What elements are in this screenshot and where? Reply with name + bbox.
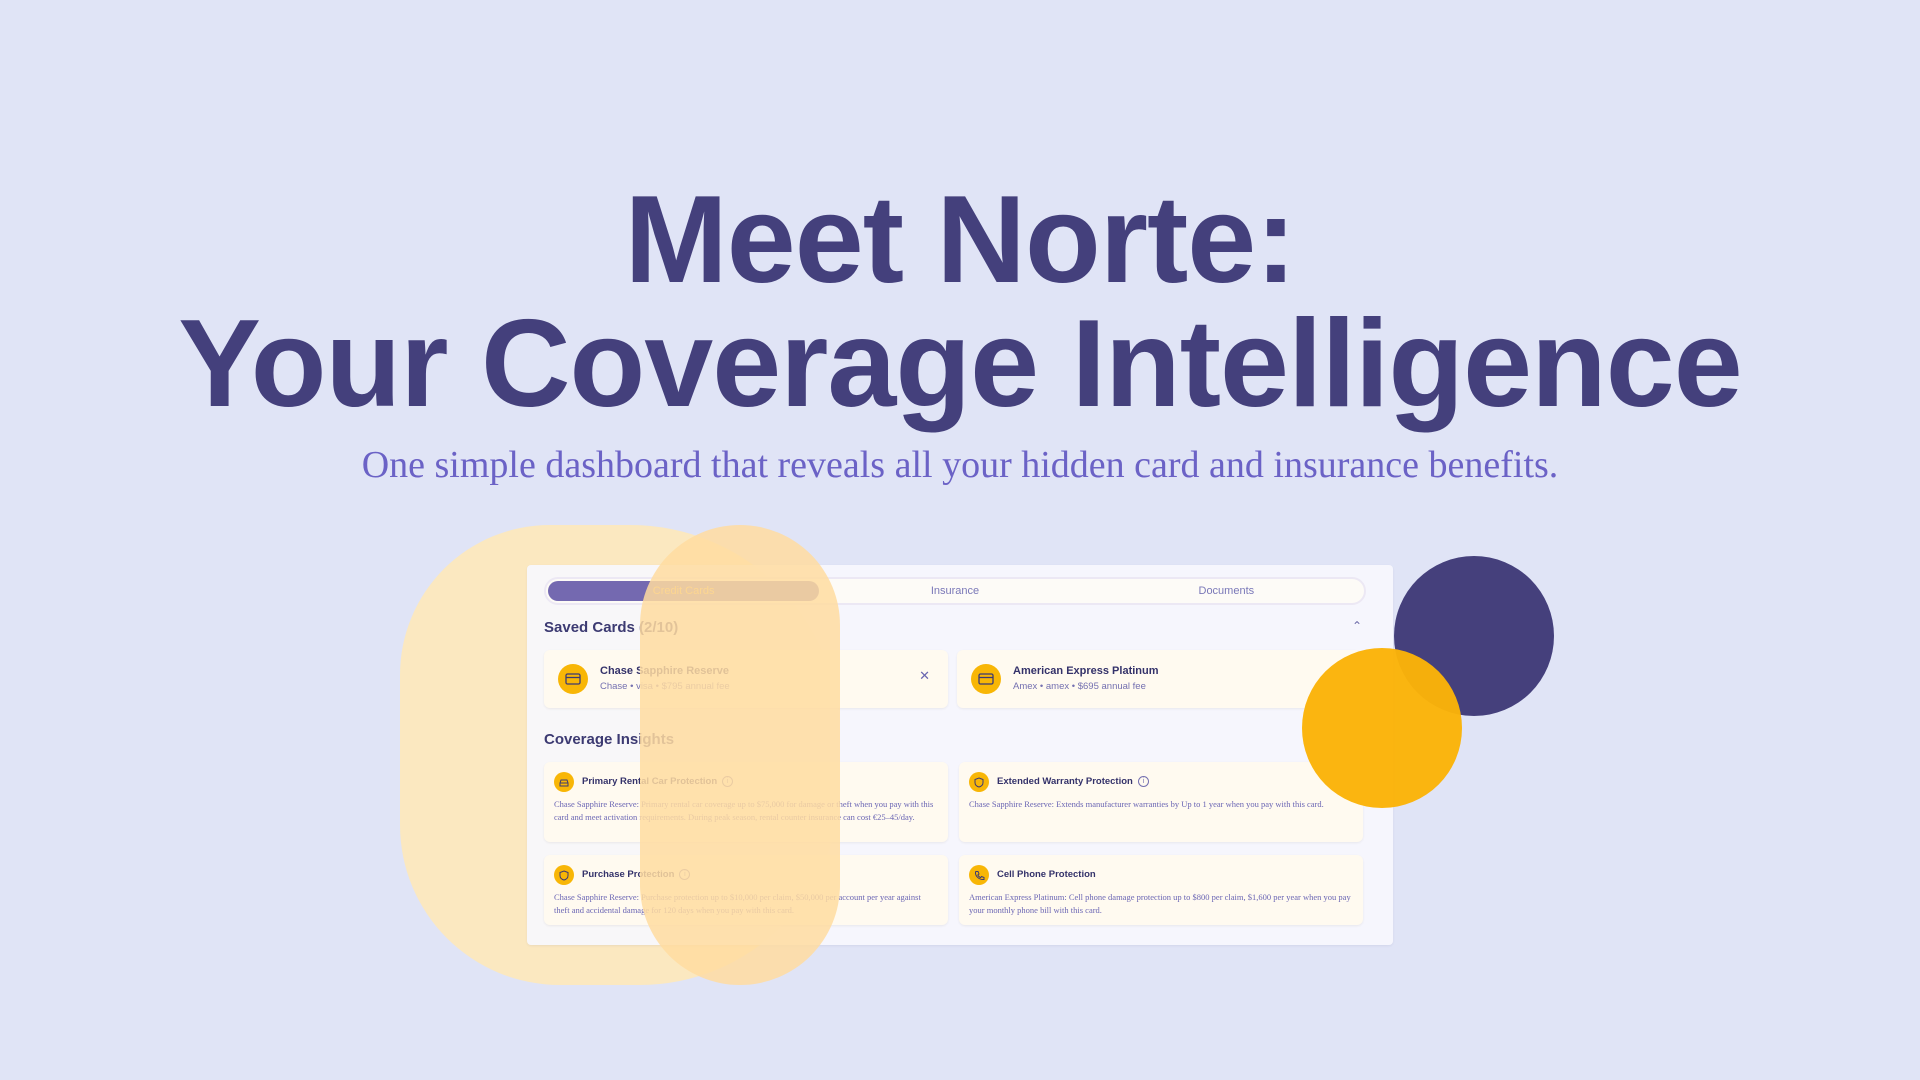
insight-body: Chase Sapphire Reserve: Extends manufact…: [969, 799, 1324, 809]
hero-subtitle: One simple dashboard that reveals all yo…: [361, 444, 1559, 486]
insight-cell-phone: Cell Phone Protection American Express P…: [959, 855, 1363, 925]
credit-card-icon: [971, 664, 1001, 694]
phone-icon: [969, 865, 989, 885]
card-name: American Express Platinum: [1013, 665, 1159, 677]
shield-icon: [969, 772, 989, 792]
insight-title: Extended Warranty Protection i: [997, 776, 1149, 787]
remove-card-icon[interactable]: ✕: [919, 668, 930, 684]
hero-title-line1: Meet Norte:: [624, 171, 1296, 309]
hero-title: Meet Norte: Your Coverage Intelligence: [0, 178, 1920, 426]
tab-insurance[interactable]: Insurance: [819, 581, 1090, 601]
car-icon: [554, 772, 574, 792]
chevron-up-icon[interactable]: ⌃: [1352, 619, 1362, 633]
insight-body: American Express Platinum: Cell phone da…: [969, 892, 1351, 915]
decorative-circle-gold: [1302, 648, 1462, 808]
insight-title-text: Cell Phone Protection: [997, 869, 1096, 880]
insight-title-text: Extended Warranty Protection: [997, 776, 1133, 787]
insight-extended-warranty: Extended Warranty Protection i Chase Sapp…: [959, 762, 1363, 842]
shield-icon: [554, 865, 574, 885]
insight-title: Cell Phone Protection: [997, 869, 1096, 880]
decorative-blob: [640, 525, 840, 985]
hero-title-line2: Your Coverage Intelligence: [178, 295, 1742, 433]
credit-card-icon: [558, 664, 588, 694]
tab-documents[interactable]: Documents: [1091, 581, 1362, 601]
card-meta: Amex • amex • $695 annual fee: [1013, 681, 1146, 692]
saved-card-amex[interactable]: American Express Platinum Amex • amex • …: [957, 650, 1361, 708]
info-icon[interactable]: i: [1137, 776, 1149, 787]
